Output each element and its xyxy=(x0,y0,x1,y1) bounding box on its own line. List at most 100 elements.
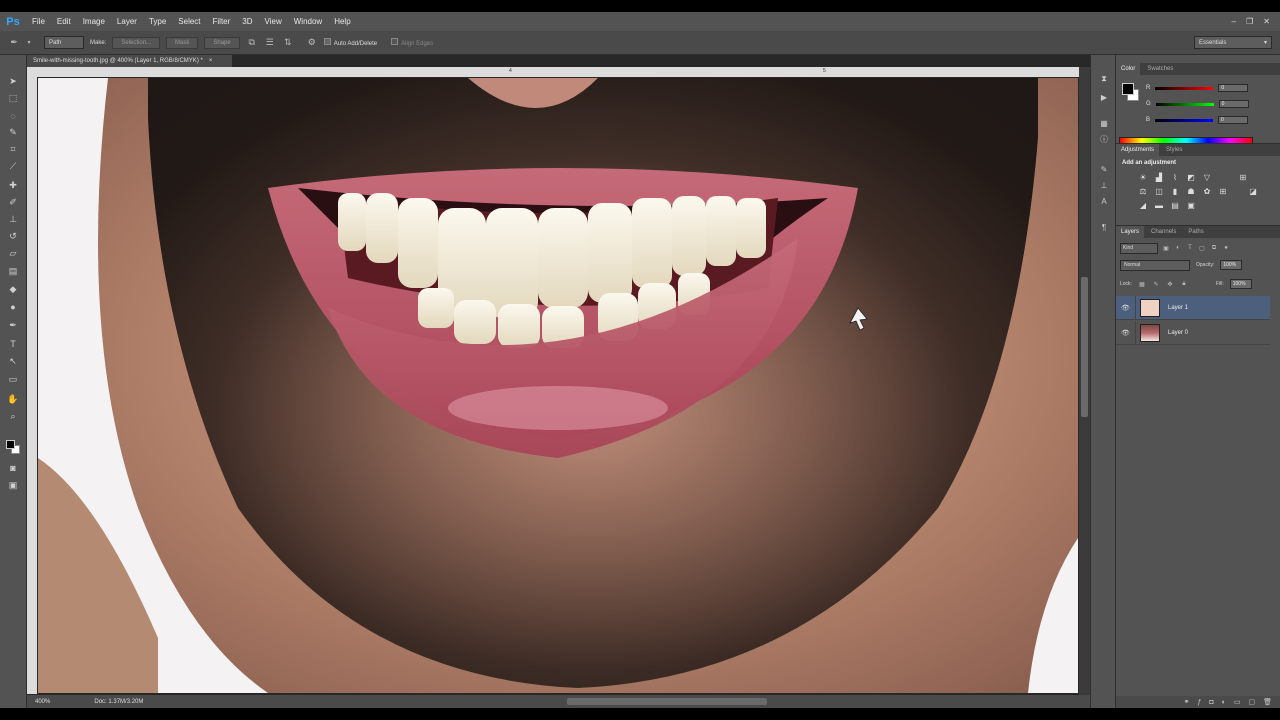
history-brush-tool-icon[interactable]: ↺ xyxy=(6,230,20,243)
make-selection-button[interactable]: Selection... xyxy=(112,36,161,49)
menu-select[interactable]: Select xyxy=(172,17,206,26)
gear-icon[interactable]: ⚙ xyxy=(306,37,318,49)
hue-icon[interactable]: ⚖ xyxy=(1138,186,1148,196)
selective-color-icon[interactable]: ▣ xyxy=(1186,200,1196,210)
color-balance-icon[interactable]: ◫ xyxy=(1154,186,1164,196)
vertical-scroll-thumb[interactable] xyxy=(1081,277,1088,417)
pixel-filter-icon[interactable]: ▣ xyxy=(1162,244,1170,252)
doc-info[interactable]: Doc: 1.37M/3.20M xyxy=(94,699,143,705)
clone-source-icon[interactable]: ⊥ xyxy=(1098,179,1110,191)
layer-name[interactable]: Layer 1 xyxy=(1168,305,1188,311)
vertical-scrollbar[interactable] xyxy=(1079,67,1090,695)
paragraph-icon[interactable]: ¶ xyxy=(1098,221,1110,233)
blur-tool-icon[interactable]: ◆ xyxy=(6,283,20,296)
type-filter-icon[interactable]: T xyxy=(1186,244,1194,252)
make-shape-button[interactable]: Shape xyxy=(204,36,240,49)
pen-tool-icon[interactable]: ✒ xyxy=(8,37,20,49)
trash-icon[interactable]: 🗑︎ xyxy=(1263,698,1272,706)
history-icon[interactable]: ⧗ xyxy=(1098,73,1110,85)
make-mask-button[interactable]: Mask xyxy=(166,36,199,49)
lookup-icon[interactable]: ⊞ xyxy=(1218,186,1228,196)
foreground-color-swatch[interactable] xyxy=(6,440,15,449)
menu-view[interactable]: View xyxy=(259,17,288,26)
image-canvas[interactable] xyxy=(38,78,1078,693)
filter-toggle-icon[interactable]: ● xyxy=(1222,244,1230,252)
crop-tool-icon[interactable]: ⌗ xyxy=(6,143,20,156)
document-tab[interactable]: Smile-with-missing-tooth.jpg @ 400% (Lay… xyxy=(27,55,233,67)
photo-filter-icon[interactable]: ☗ xyxy=(1186,186,1196,196)
auto-add-delete-checkbox[interactable]: Auto Add/Delete xyxy=(323,38,377,47)
character-icon[interactable]: A xyxy=(1098,195,1110,207)
levels-icon[interactable]: ▟ xyxy=(1154,172,1164,182)
rectangle-tool-icon[interactable]: ▭ xyxy=(6,373,20,386)
menu-type[interactable]: Type xyxy=(143,17,172,26)
actions-play-icon[interactable]: ▶ xyxy=(1098,91,1110,103)
gradient-triangle-icon[interactable]: ▽ xyxy=(1202,172,1212,182)
layer-kind-select[interactable]: Kind xyxy=(1120,242,1158,254)
brush-presets-icon[interactable]: ✎ xyxy=(1098,163,1110,175)
tab-color[interactable]: Color xyxy=(1116,63,1141,75)
gradient-tool-icon[interactable]: ▤ xyxy=(6,265,20,278)
info-icon[interactable]: ⓘ xyxy=(1098,133,1110,145)
close-tab-icon[interactable]: × xyxy=(209,58,213,64)
bw-icon[interactable]: ▮ xyxy=(1170,186,1180,196)
blue-value-field[interactable]: 0 xyxy=(1218,116,1249,124)
quick-select-tool-icon[interactable]: ✎ xyxy=(6,126,20,139)
blend-mode-select[interactable]: Normal xyxy=(1120,259,1190,271)
new-layer-icon[interactable]: ▢ xyxy=(1248,698,1255,706)
pen-tool-icon[interactable]: ✒ xyxy=(6,319,20,332)
green-slider[interactable] xyxy=(1155,102,1214,106)
threshold-icon[interactable]: ▬ xyxy=(1154,200,1164,210)
lasso-tool-icon[interactable]: ◌ xyxy=(6,109,20,122)
channel-mixer-icon[interactable]: ✿ xyxy=(1202,186,1212,196)
layer-row[interactable]: 👁︎ Layer 0 xyxy=(1116,320,1270,345)
blue-slider[interactable] xyxy=(1155,118,1214,122)
menu-edit[interactable]: Edit xyxy=(51,17,77,26)
menu-file[interactable]: File xyxy=(26,17,51,26)
lock-transparent-icon[interactable]: ▦ xyxy=(1138,280,1146,288)
green-value-field[interactable]: 0 xyxy=(1218,100,1249,108)
adjustment-layer-icon[interactable]: ◐ xyxy=(1222,699,1226,706)
marquee-tool-icon[interactable]: ⬚ xyxy=(6,92,20,105)
properties-icon[interactable]: ▦ xyxy=(1098,117,1110,129)
adjustment-filter-icon[interactable]: ◐ xyxy=(1174,244,1182,252)
tab-channels[interactable]: Channels xyxy=(1146,226,1181,238)
tab-adjustments[interactable]: Adjustments xyxy=(1116,144,1160,156)
eyedropper-tool-icon[interactable]: ⟋ xyxy=(6,160,20,173)
exposure-icon[interactable]: ◩ xyxy=(1186,172,1196,182)
screen-mode-icon[interactable]: ▣ xyxy=(6,479,20,492)
minimize-icon[interactable]: – xyxy=(1232,17,1236,26)
foreground-color-swatch[interactable] xyxy=(1122,83,1134,95)
opacity-field[interactable]: 100% xyxy=(1220,260,1243,270)
menu-image[interactable]: Image xyxy=(77,17,111,26)
zoom-tool-icon[interactable]: ⌕ xyxy=(6,410,20,423)
tab-paths[interactable]: Paths xyxy=(1183,226,1208,238)
brush-tool-icon[interactable]: ✐ xyxy=(6,196,20,209)
brightness-icon[interactable]: ☀ xyxy=(1138,172,1148,182)
hand-tool-icon[interactable]: ✋ xyxy=(6,393,20,406)
red-slider[interactable] xyxy=(1155,86,1214,90)
lock-position-icon[interactable]: ✥ xyxy=(1166,280,1174,288)
add-mask-icon[interactable]: ◘ xyxy=(1209,699,1213,706)
quick-mask-icon[interactable]: ◙ xyxy=(6,461,20,474)
type-tool-icon[interactable]: T xyxy=(6,337,20,350)
tab-styles[interactable]: Styles xyxy=(1161,144,1187,156)
gradient-map-icon[interactable]: ▤ xyxy=(1170,200,1180,210)
smart-object-filter-icon[interactable]: ⧉ xyxy=(1210,244,1218,252)
restore-icon[interactable]: ❐ xyxy=(1246,17,1253,26)
horizontal-scroll-thumb[interactable] xyxy=(567,698,767,705)
menu-window[interactable]: Window xyxy=(288,17,328,26)
invert-icon[interactable]: ◪ xyxy=(1248,186,1258,196)
workspace-select[interactable]: Essentials ▾ xyxy=(1194,36,1272,49)
vibrance-icon[interactable]: ⊞ xyxy=(1238,172,1248,182)
lock-all-icon[interactable]: 🔒︎ xyxy=(1180,280,1188,288)
posterize-icon[interactable]: ◢ xyxy=(1138,200,1148,210)
eraser-tool-icon[interactable]: ▱ xyxy=(6,247,20,260)
shape-filter-icon[interactable]: ▢ xyxy=(1198,244,1206,252)
eye-icon[interactable]: 👁︎ xyxy=(1116,295,1136,320)
menu-filter[interactable]: Filter xyxy=(207,17,237,26)
lock-pixels-icon[interactable]: ✎ xyxy=(1152,280,1160,288)
link-layers-icon[interactable]: ⚭ xyxy=(1184,698,1190,706)
path-selection-tool-icon[interactable]: ↖ xyxy=(6,355,20,368)
align-edges-checkbox[interactable]: Align Edges xyxy=(391,38,433,47)
